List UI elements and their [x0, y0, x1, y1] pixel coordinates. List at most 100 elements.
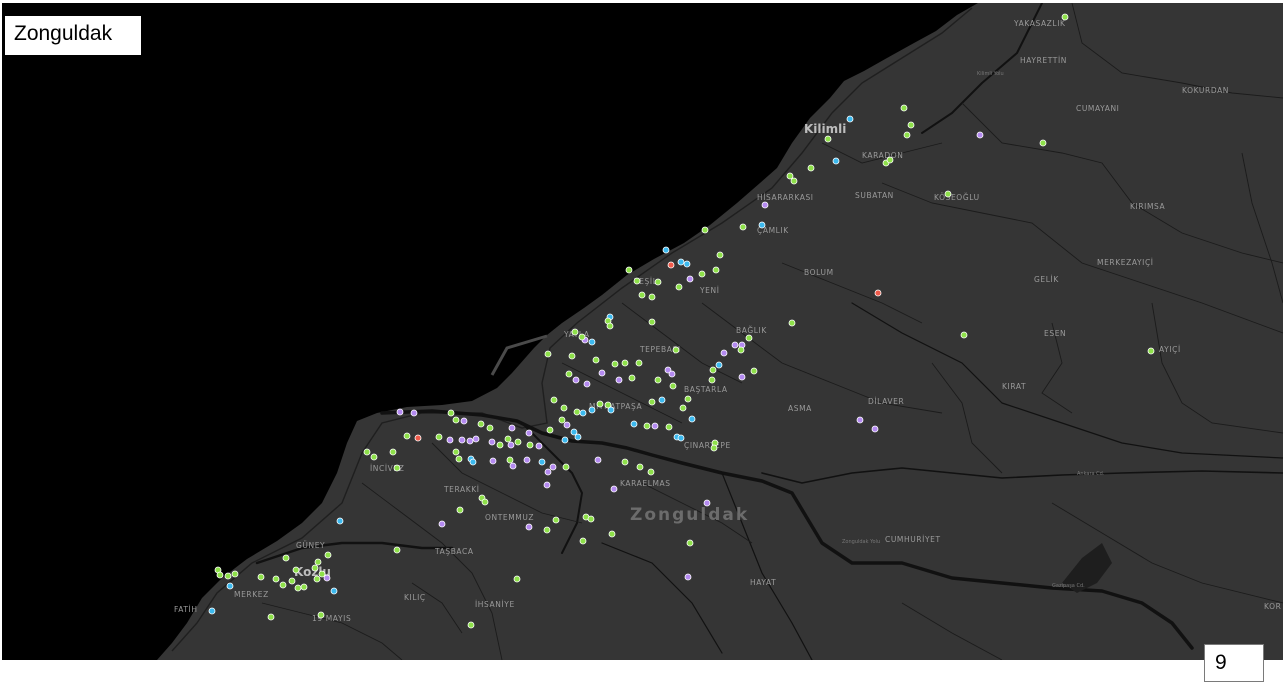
blue-poi-marker[interactable]: [561, 436, 569, 444]
purple-poi-marker[interactable]: [525, 429, 533, 437]
green-poi-marker[interactable]: [647, 468, 655, 476]
purple-poi-marker[interactable]: [563, 421, 571, 429]
green-poi-marker[interactable]: [552, 516, 560, 524]
blue-poi-marker[interactable]: [846, 115, 854, 123]
blue-poi-marker[interactable]: [715, 361, 723, 369]
green-poi-marker[interactable]: [403, 432, 411, 440]
green-poi-marker[interactable]: [643, 422, 651, 430]
purple-poi-marker[interactable]: [731, 341, 739, 349]
purple-poi-marker[interactable]: [472, 435, 480, 443]
purple-poi-marker[interactable]: [489, 457, 497, 465]
purple-poi-marker[interactable]: [508, 424, 516, 432]
blue-poi-marker[interactable]: [688, 415, 696, 423]
green-poi-marker[interactable]: [571, 328, 579, 336]
green-poi-marker[interactable]: [669, 382, 677, 390]
blue-poi-marker[interactable]: [832, 157, 840, 165]
green-poi-marker[interactable]: [282, 554, 290, 562]
purple-poi-marker[interactable]: [615, 376, 623, 384]
blue-poi-marker[interactable]: [662, 246, 670, 254]
purple-poi-marker[interactable]: [976, 131, 984, 139]
green-poi-marker[interactable]: [467, 621, 475, 629]
green-poi-marker[interactable]: [288, 577, 296, 585]
green-poi-marker[interactable]: [526, 441, 534, 449]
purple-poi-marker[interactable]: [543, 481, 551, 489]
green-poi-marker[interactable]: [675, 283, 683, 291]
green-poi-marker[interactable]: [452, 416, 460, 424]
green-poi-marker[interactable]: [393, 464, 401, 472]
map-canvas[interactable]: Kilimli Yolu Ankara Cd. Gazipaşa Cd. Zon…: [2, 3, 1283, 660]
green-poi-marker[interactable]: [611, 360, 619, 368]
green-poi-marker[interactable]: [560, 404, 568, 412]
green-poi-marker[interactable]: [447, 409, 455, 417]
green-poi-marker[interactable]: [635, 359, 643, 367]
blue-poi-marker[interactable]: [677, 258, 685, 266]
green-poi-marker[interactable]: [311, 564, 319, 572]
green-poi-marker[interactable]: [745, 334, 753, 342]
green-poi-marker[interactable]: [654, 278, 662, 286]
blue-poi-marker[interactable]: [630, 420, 638, 428]
green-poi-marker[interactable]: [824, 135, 832, 143]
green-poi-marker[interactable]: [587, 515, 595, 523]
green-poi-marker[interactable]: [698, 270, 706, 278]
green-poi-marker[interactable]: [1061, 13, 1069, 21]
purple-poi-marker[interactable]: [544, 468, 552, 476]
green-poi-marker[interactable]: [786, 172, 794, 180]
purple-poi-marker[interactable]: [871, 425, 879, 433]
purple-poi-marker[interactable]: [549, 463, 557, 471]
purple-poi-marker[interactable]: [583, 380, 591, 388]
green-poi-marker[interactable]: [684, 395, 692, 403]
purple-poi-marker[interactable]: [856, 416, 864, 424]
green-poi-marker[interactable]: [267, 613, 275, 621]
map-view[interactable]: Kilimli Yolu Ankara Cd. Gazipaşa Cd. Zon…: [2, 3, 1283, 660]
green-poi-marker[interactable]: [709, 366, 717, 374]
green-poi-marker[interactable]: [903, 131, 911, 139]
green-poi-marker[interactable]: [737, 346, 745, 354]
purple-poi-marker[interactable]: [410, 409, 418, 417]
green-poi-marker[interactable]: [578, 333, 586, 341]
green-poi-marker[interactable]: [679, 404, 687, 412]
green-poi-marker[interactable]: [294, 584, 302, 592]
blue-poi-marker[interactable]: [658, 396, 666, 404]
purple-poi-marker[interactable]: [738, 373, 746, 381]
green-poi-marker[interactable]: [710, 444, 718, 452]
green-poi-marker[interactable]: [313, 575, 321, 583]
green-poi-marker[interactable]: [324, 551, 332, 559]
purple-poi-marker[interactable]: [703, 499, 711, 507]
green-poi-marker[interactable]: [739, 223, 747, 231]
blue-poi-marker[interactable]: [677, 434, 685, 442]
green-poi-marker[interactable]: [257, 573, 265, 581]
purple-poi-marker[interactable]: [323, 574, 331, 582]
blue-poi-marker[interactable]: [336, 517, 344, 525]
green-poi-marker[interactable]: [750, 367, 758, 375]
purple-poi-marker[interactable]: [396, 408, 404, 416]
green-poi-marker[interactable]: [565, 370, 573, 378]
green-poi-marker[interactable]: [608, 530, 616, 538]
green-poi-marker[interactable]: [701, 226, 709, 234]
green-poi-marker[interactable]: [550, 396, 558, 404]
green-poi-marker[interactable]: [486, 424, 494, 432]
green-poi-marker[interactable]: [513, 575, 521, 583]
purple-poi-marker[interactable]: [761, 201, 769, 209]
green-poi-marker[interactable]: [788, 319, 796, 327]
blue-poi-marker[interactable]: [469, 458, 477, 466]
green-poi-marker[interactable]: [506, 456, 514, 464]
green-poi-marker[interactable]: [1147, 347, 1155, 355]
green-poi-marker[interactable]: [435, 433, 443, 441]
green-poi-marker[interactable]: [648, 398, 656, 406]
purple-poi-marker[interactable]: [598, 369, 606, 377]
green-poi-marker[interactable]: [370, 453, 378, 461]
green-poi-marker[interactable]: [481, 498, 489, 506]
blue-poi-marker[interactable]: [574, 433, 582, 441]
green-poi-marker[interactable]: [314, 558, 322, 566]
green-poi-marker[interactable]: [712, 266, 720, 274]
blue-poi-marker[interactable]: [588, 406, 596, 414]
green-poi-marker[interactable]: [621, 458, 629, 466]
green-poi-marker[interactable]: [686, 539, 694, 547]
green-poi-marker[interactable]: [317, 611, 325, 619]
green-poi-marker[interactable]: [596, 400, 604, 408]
purple-poi-marker[interactable]: [535, 442, 543, 450]
purple-poi-marker[interactable]: [684, 573, 692, 581]
green-poi-marker[interactable]: [665, 423, 673, 431]
green-poi-marker[interactable]: [300, 583, 308, 591]
green-poi-marker[interactable]: [944, 190, 952, 198]
